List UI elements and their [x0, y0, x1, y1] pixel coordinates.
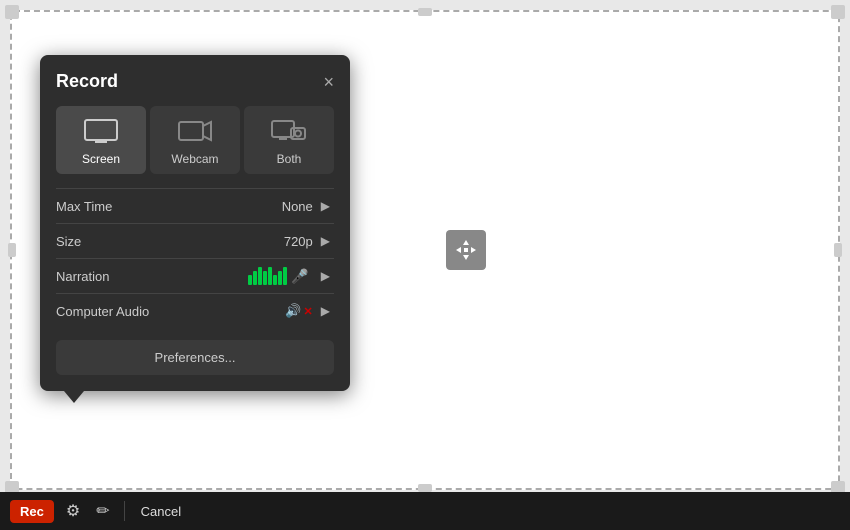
meter-bars	[248, 267, 287, 285]
preferences-button[interactable]: Preferences...	[56, 340, 334, 375]
handle-tr[interactable]	[831, 5, 845, 19]
handle-bottom[interactable]	[418, 484, 432, 492]
move-icon[interactable]	[446, 230, 486, 270]
bar-8	[283, 267, 287, 285]
panel-title: Record	[56, 71, 118, 92]
bar-5	[268, 267, 272, 285]
computer-audio-row: Computer Audio 🔊 ✕ ▶	[56, 293, 334, 328]
settings-icon-button[interactable]: ⚙	[62, 499, 84, 523]
handle-right[interactable]	[834, 243, 842, 257]
bar-3	[258, 267, 262, 285]
bar-2	[253, 271, 257, 285]
max-time-arrow[interactable]: ▶	[317, 197, 334, 215]
size-row: Size 720p ▶	[56, 223, 334, 258]
edit-icon-button[interactable]: ✏	[92, 499, 113, 523]
muted-icon: ✕	[304, 305, 313, 318]
close-button[interactable]: ×	[323, 73, 334, 91]
handle-tl[interactable]	[5, 5, 19, 19]
narration-meter: 🎤	[248, 267, 312, 285]
speaker-icon: 🔊	[285, 303, 301, 319]
narration-row: Narration 🎤 ▶	[56, 258, 334, 293]
size-arrow[interactable]: ▶	[317, 232, 334, 250]
max-time-label: Max Time	[56, 199, 282, 214]
bar-6	[273, 275, 277, 285]
handle-top[interactable]	[418, 8, 432, 16]
narration-arrow[interactable]: ▶	[317, 267, 334, 285]
mode-webcam-label: Webcam	[171, 152, 218, 166]
bottom-toolbar: Rec ⚙ ✏ Cancel	[0, 492, 850, 530]
computer-audio-label: Computer Audio	[56, 304, 285, 319]
computer-audio-arrow[interactable]: ▶	[317, 302, 334, 320]
rec-button[interactable]: Rec	[10, 500, 54, 523]
audio-icon-group: 🔊 ✕	[285, 303, 312, 319]
mode-screen-label: Screen	[82, 152, 120, 166]
handle-left[interactable]	[8, 243, 16, 257]
bar-1	[248, 275, 252, 285]
toolbar-separator	[124, 501, 125, 521]
size-label: Size	[56, 234, 284, 249]
mode-screen-button[interactable]: Screen	[56, 106, 146, 174]
mode-both-button[interactable]: Both	[244, 106, 334, 174]
mode-buttons: Screen Webcam Both	[56, 106, 334, 174]
mic-icon: 🎤	[291, 268, 308, 285]
max-time-row: Max Time None ▶	[56, 188, 334, 223]
narration-label: Narration	[56, 269, 248, 284]
cancel-button[interactable]: Cancel	[135, 502, 187, 521]
size-value: 720p	[284, 234, 313, 249]
max-time-value: None	[282, 199, 313, 214]
mode-webcam-button[interactable]: Webcam	[150, 106, 240, 174]
record-panel: Record × Screen Webcam	[40, 55, 350, 391]
mode-both-label: Both	[277, 152, 302, 166]
bar-7	[278, 271, 282, 285]
bar-4	[263, 271, 267, 285]
panel-header: Record ×	[56, 71, 334, 92]
